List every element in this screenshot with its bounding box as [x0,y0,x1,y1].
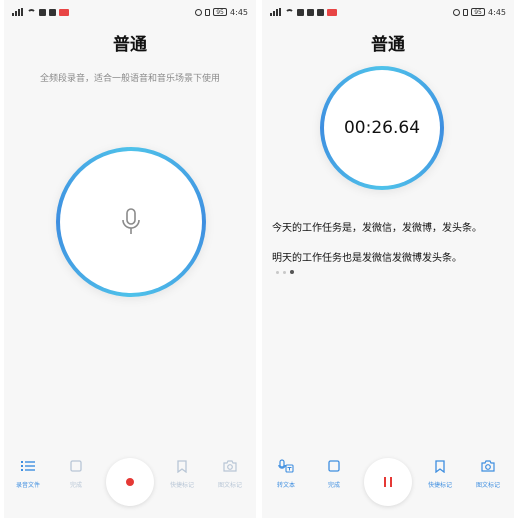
page-dot-active [290,270,294,274]
toolbar-label: 完成 [69,482,82,489]
app-notification-icon [59,8,69,16]
list-icon [21,461,35,471]
status-time: 4:45 [230,7,248,17]
toolbar-label: 快捷标记 [427,482,452,489]
transcribe-button[interactable]: 转文本 [264,458,308,489]
page-title: 普通 [113,35,147,55]
bookmark-icon [435,459,445,473]
toolbar-label: 图文标记 [217,482,242,489]
finish-button[interactable]: 完成 [54,458,98,489]
microphone-icon [122,208,140,234]
pause-icon [384,477,392,487]
record-icon [126,478,134,486]
record-button[interactable] [106,458,154,506]
alarm-icon [195,8,203,16]
transcript-line: 明天的工作任务也是发微信发微博发头条。 [272,253,462,264]
camera-icon [223,460,237,472]
phone-recording: 95 4:45 普通 00:26.64 今天的工作任务是，发微信，发微博，发头条… [262,0,514,518]
mic-ring-inner [60,151,202,293]
stop-icon [70,460,82,472]
app-notification-icon [327,8,337,16]
vibrate-icon [463,8,469,16]
camera-icon [481,460,495,472]
toolbar-label: 图文标记 [475,482,500,489]
recording-files-button[interactable]: 录音文件 [6,458,50,489]
quick-mark-button[interactable]: 快捷标记 [418,458,462,489]
transcript-line: 今天的工作任务是，发微信，发微博，发头条。 [272,223,482,234]
user-icon [307,8,314,16]
wifi-icon [285,8,294,16]
page-dot [283,270,286,274]
wifi-icon [27,8,36,16]
transcribe-icon [278,459,294,473]
phone-idle: 95 4:45 普通 全频段录音，适合一般语音和音乐场景下使用 录音文件 完成 … [4,0,256,518]
photo-mark-button[interactable]: 图文标记 [208,458,252,489]
signal-icon [270,8,282,16]
status-bar: 95 4:45 [12,6,248,18]
page-dot [276,270,279,274]
pause-button[interactable] [364,458,412,506]
photo-mark-button[interactable]: 图文标记 [466,458,510,489]
signal-icon [12,8,24,16]
status-bar: 95 4:45 [270,6,506,18]
screenshot-pair: 95 4:45 普通 全频段录音，适合一般语音和音乐场景下使用 录音文件 完成 … [0,0,516,518]
notification-icon [49,8,56,16]
bottom-toolbar: 录音文件 完成 快捷标记 图文标记 [4,458,256,508]
vibrate-icon [205,8,211,16]
quick-mark-button[interactable]: 快捷标记 [160,458,204,489]
sync-icon [297,8,304,16]
toolbar-label: 录音文件 [15,482,40,489]
toolbar-label: 完成 [327,482,340,489]
stop-icon [328,460,340,472]
bottom-toolbar: 转文本 完成 快捷标记 图文标记 [262,458,514,508]
user-icon [39,8,46,16]
elapsed-time: 00:26.64 [324,70,440,186]
mode-description: 全频段录音，适合一般语音和音乐场景下使用 [39,74,220,84]
toolbar-label: 转文本 [276,482,295,489]
page-title: 普通 [371,35,405,55]
recording-timer-dial: 00:26.64 [320,66,444,190]
bookmark-icon [177,459,187,473]
battery-icon: 95 [213,8,228,16]
toolbar-label: 快捷标记 [169,482,194,489]
record-mic-button[interactable] [56,147,206,297]
status-time: 4:45 [488,7,506,17]
notification-icon [317,8,324,16]
finish-button[interactable]: 完成 [312,458,356,489]
battery-icon: 95 [471,8,486,16]
alarm-icon [453,8,461,16]
page-indicator [276,270,294,274]
